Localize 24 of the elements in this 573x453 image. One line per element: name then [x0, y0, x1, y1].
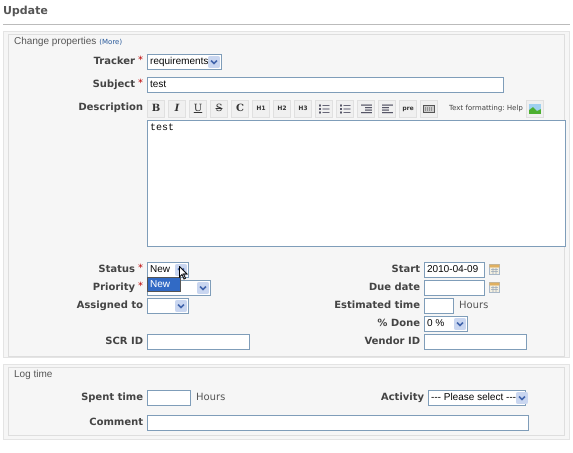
fieldset-legend: Change properties — [14, 34, 96, 48]
field-label: Description — [78, 100, 143, 114]
field-label: SCR ID — [105, 334, 143, 348]
field-label: Status — [98, 262, 135, 276]
required-mark: * — [138, 280, 143, 294]
field-label: Vendor ID — [364, 334, 420, 348]
field-label: Spent time — [81, 390, 143, 404]
unit-label: Hours — [459, 299, 488, 313]
field-label: Assigned to — [76, 298, 143, 312]
section-heading: Update — [3, 3, 570, 24]
field-label: Activity — [380, 390, 424, 404]
field-label: Tracker — [94, 54, 135, 68]
field-label: Due date — [368, 280, 420, 294]
required-mark: * — [138, 54, 143, 68]
field-label: Estimated time — [334, 298, 420, 312]
unit-label: Hours — [196, 391, 226, 405]
required-mark: * — [138, 262, 143, 276]
required-mark: * — [138, 76, 143, 90]
field-label: % Done — [377, 316, 420, 330]
field-label: Start — [392, 262, 420, 276]
field-label: Priority — [92, 280, 135, 294]
fieldset-legend: Log time — [14, 366, 562, 382]
field-label: Comment — [89, 416, 143, 430]
field-label: Subject — [92, 78, 135, 92]
